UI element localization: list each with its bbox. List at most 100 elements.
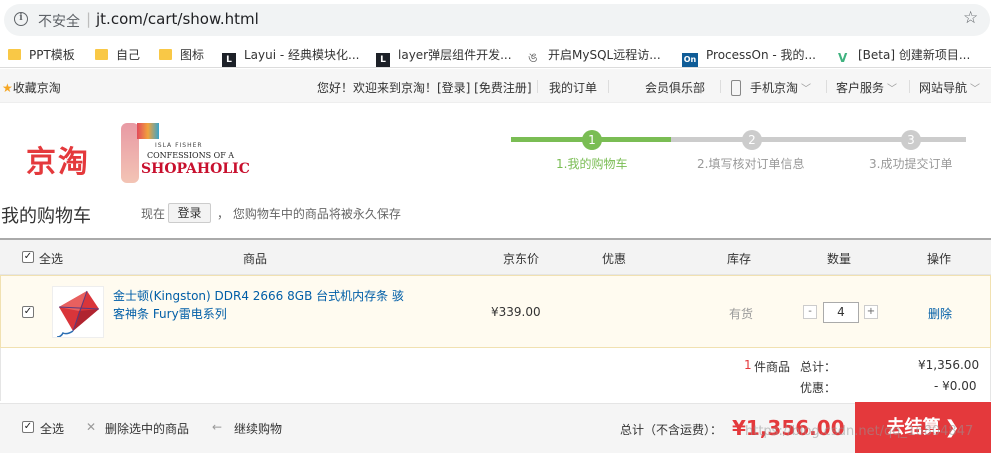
favorite-label: 收藏京淘 <box>12 81 61 95</box>
url-text[interactable]: jt.com/cart/show.html <box>96 10 259 28</box>
chevron-down-icon: ﹀ <box>887 84 898 95</box>
step-3-label: 3.成功提交订单 <box>869 157 953 171</box>
bookmark-self[interactable]: 自己 <box>95 46 140 62</box>
bookmark-vue[interactable]: V [Beta] 创建新项目... <box>838 46 971 65</box>
product-thumbnail[interactable] <box>52 286 104 338</box>
watermark: https://blog.csdn.net/qq_16804847 <box>745 424 974 439</box>
total-value: ¥1,356.00 <box>918 358 980 372</box>
address-bar: i 不安全 | jt.com/cart/show.html ☆ <box>0 0 991 40</box>
divider <box>826 80 827 93</box>
site-logo[interactable]: 京淘 <box>26 137 90 181</box>
bookmark-label: 图标 <box>180 48 205 62</box>
cart-summary: 1 件商品 总计： ¥1,356.00 优惠： - ¥0.00 <box>0 348 991 401</box>
quantity-increase-button[interactable]: + <box>864 305 878 319</box>
shortcut-bar: ★收藏京淘 您好！欢迎来到京淘！[登录] [免费注册] 我的订单 会员俱乐部 手… <box>0 69 991 103</box>
security-label[interactable]: 不安全 <box>38 11 80 31</box>
discount-label: 优惠： <box>800 381 837 395</box>
star-icon: ★ <box>2 81 13 95</box>
step-1-label: 1.我的购物车 <box>556 157 628 171</box>
step-track-inactive <box>671 137 966 142</box>
folder-icon <box>8 49 21 60</box>
ad-line1: ISLA FISHER <box>155 142 203 149</box>
member-club-link[interactable]: 会员俱乐部 <box>645 79 705 96</box>
item-count-unit: 件商品 <box>754 360 791 374</box>
divider <box>608 80 609 93</box>
separator: | <box>86 10 92 28</box>
step-3-circle: 3 <box>901 130 921 150</box>
favorite-link[interactable]: ★收藏京淘 <box>2 79 61 96</box>
delete-item-link[interactable]: 删除 <box>928 305 952 322</box>
page-title: 我的购物车 <box>1 206 91 227</box>
bookmark-icons[interactable]: 图标 <box>159 46 204 62</box>
cart-table-header: ✓ 全选 商品 京东价 优惠 库存 数量 操作 <box>0 238 991 275</box>
bookmark-label: PPT模板 <box>29 48 75 62</box>
col-discount: 优惠 <box>602 252 627 266</box>
bottom-select-all[interactable]: 全选 <box>40 420 64 437</box>
site-nav-label: 网站导航 <box>919 81 968 95</box>
bookmark-label: layer弹层组件开发... <box>398 48 512 62</box>
save-tip: ， 您购物车中的商品将被永久保存 <box>217 207 401 221</box>
folder-icon <box>159 49 172 60</box>
discount-value: - ¥0.00 <box>934 379 977 393</box>
divider <box>537 80 538 93</box>
customer-service-label: 客户服务 <box>836 81 885 95</box>
bookmark-star-icon[interactable]: ☆ <box>963 8 978 28</box>
bookmark-label: ProcessOn - 我的... <box>706 48 816 62</box>
folder-icon <box>95 49 108 60</box>
delete-selected-link[interactable]: 删除选中的商品 <box>105 420 189 437</box>
phone-icon <box>731 80 741 96</box>
quantity-input[interactable]: 4 <box>823 302 859 323</box>
total-label: 总计： <box>800 360 837 374</box>
bottom-select-all-checkbox[interactable]: ✓ <box>22 421 34 433</box>
bookmark-label: 开启MySQL远程访... <box>548 48 661 62</box>
bottom-total-label: 总计（不含运费）： <box>620 423 723 437</box>
arrow-left-icon: ← <box>212 420 223 434</box>
col-price: 京东价 <box>503 252 540 266</box>
item-checkbox[interactable]: ✓ <box>22 306 34 318</box>
step-2-circle: 2 <box>742 130 762 150</box>
bookmark-ppt[interactable]: PPT模板 <box>8 46 75 62</box>
col-stock: 库存 <box>727 252 752 266</box>
continue-shopping-link[interactable]: 继续购物 <box>234 420 282 437</box>
bookmark-mysql[interactable]: ঙ 开启MySQL远程访... <box>528 46 661 66</box>
chevron-down-icon: ﹀ <box>970 84 981 95</box>
select-all-checkbox[interactable]: ✓ <box>22 251 34 263</box>
divider <box>720 80 721 93</box>
bookmark-label: 自己 <box>116 48 141 62</box>
login-prefix: 现在 <box>141 207 166 221</box>
login-button[interactable]: 登录 <box>168 203 211 223</box>
my-orders-link[interactable]: 我的订单 <box>549 79 597 96</box>
col-product: 商品 <box>243 252 268 266</box>
bookmark-label: Layui - 经典模块化... <box>244 48 360 62</box>
mobile-link[interactable]: 手机京淘 ﹀ <box>731 79 811 96</box>
chevron-down-icon: ﹀ <box>801 84 812 95</box>
ad-line3: SHOPAHOLIC <box>141 161 250 177</box>
quantity-decrease-button[interactable]: - <box>803 305 817 319</box>
layui-icon: L <box>222 53 236 67</box>
info-icon[interactable]: i <box>14 12 28 26</box>
bookmark-layui[interactable]: L Layui - 经典模块化... <box>222 46 360 67</box>
bookmark-processon[interactable]: On ProcessOn - 我的... <box>682 46 816 67</box>
ad-line2: CONFESSIONS OF A <box>147 151 235 160</box>
bookmark-label: [Beta] 创建新项目... <box>858 48 971 62</box>
layer-icon: L <box>376 53 390 67</box>
close-icon: ✕ <box>86 420 97 434</box>
mysql-icon: ঙ <box>528 51 538 66</box>
site-nav-link[interactable]: 网站导航 ﹀ <box>919 79 980 96</box>
customer-service-link[interactable]: 客户服务 ﹀ <box>836 79 897 96</box>
divider <box>909 80 910 93</box>
welcome-text[interactable]: 您好！欢迎来到京淘！[登录] [免费注册] <box>317 79 532 96</box>
item-count: 1 <box>744 358 752 372</box>
product-name-link[interactable]: 金士顿(Kingston) DDR4 2666 8GB 台式机内存条 骇客神条 … <box>113 287 413 323</box>
bookmark-layer[interactable]: Llayer弹层组件开发... <box>376 46 512 67</box>
col-action: 操作 <box>927 252 952 266</box>
ad-banner[interactable]: ISLA FISHER CONFESSIONS OF A SHOPAHOLIC <box>111 123 250 183</box>
kite-image-icon <box>56 290 100 337</box>
mobile-label: 手机京淘 <box>750 81 799 95</box>
col-select-all[interactable]: 全选 <box>39 250 63 267</box>
step-2-label: 2.填写核对订单信息 <box>697 157 805 171</box>
processon-icon: On <box>682 53 698 67</box>
ad-bags <box>137 123 159 139</box>
vue-icon: V <box>838 51 848 65</box>
product-stock: 有货 <box>729 307 754 321</box>
